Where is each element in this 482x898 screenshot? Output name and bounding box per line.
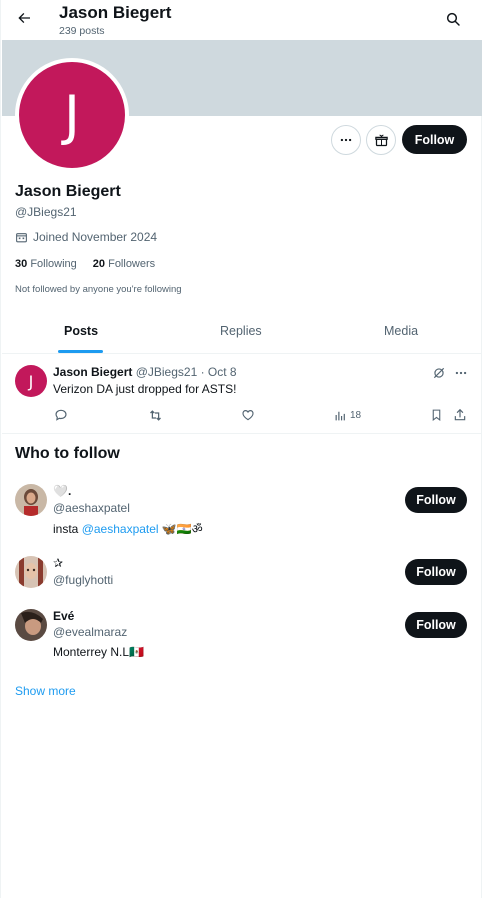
views-stat[interactable]: 18 — [334, 406, 361, 424]
post-item[interactable]: J Jason Biegert @JBiegs21 · Oct 8 Verizo… — [2, 355, 482, 434]
page-title: Jason Biegert — [59, 3, 172, 22]
suggested-user[interactable]: 🤍. @aeshaxpatel insta @aeshaxpatel 🦋🇮🇳ॐ … — [2, 480, 482, 540]
profile-tabs: Posts Replies Media — [2, 310, 482, 354]
post-meta: @JBiegs21 · Oct 8 — [135, 365, 237, 379]
avatar-letter: J — [64, 83, 80, 147]
user-bio: insta @aeshaxpatel 🦋🇮🇳ॐ — [53, 522, 203, 536]
post-header: Jason Biegert @JBiegs21 · Oct 8 — [53, 365, 237, 379]
follow-user-button[interactable]: Follow — [405, 487, 467, 513]
share-icon[interactable] — [451, 406, 469, 424]
user-avatar[interactable] — [15, 609, 47, 641]
like-icon[interactable] — [239, 406, 257, 424]
user-name[interactable]: Evé — [53, 609, 74, 623]
reply-icon[interactable] — [52, 406, 70, 424]
back-arrow-icon[interactable] — [11, 5, 37, 31]
bio-link[interactable]: @aeshaxpatel — [82, 522, 159, 536]
app-frame: Jason Biegert 239 posts J Follow Jason B… — [0, 0, 482, 898]
not-followed-note: Not followed by anyone you're following — [15, 284, 182, 295]
follow-counts: 30 Following 20 Followers — [15, 258, 155, 270]
following-link[interactable]: 30 Following — [15, 258, 77, 270]
tab-media[interactable]: Media — [384, 324, 418, 338]
analytics-icon — [335, 411, 345, 420]
suggested-user[interactable]: Evé @evealmaraz Monterrey N.L🇲🇽 Follow — [2, 606, 482, 666]
post-count: 239 posts — [59, 25, 105, 37]
user-bio: Monterrey N.L🇲🇽 — [53, 645, 144, 659]
followers-link[interactable]: 20 Followers — [93, 258, 155, 270]
user-handle: @aeshaxpatel — [53, 501, 130, 515]
user-handle: @evealmaraz — [53, 625, 128, 639]
user-avatar[interactable] — [15, 484, 47, 516]
tab-replies[interactable]: Replies — [220, 324, 262, 338]
views-count: 18 — [350, 409, 362, 421]
follow-user-button[interactable]: Follow — [405, 612, 467, 638]
profile-avatar[interactable]: J — [15, 58, 129, 172]
bookmark-icon[interactable] — [427, 406, 445, 424]
tab-posts[interactable]: Posts — [64, 324, 98, 338]
user-handle: @fuglyhotti — [53, 573, 114, 587]
search-icon[interactable] — [441, 7, 465, 31]
joined-date: Joined November 2024 — [15, 230, 157, 244]
user-avatar[interactable] — [15, 556, 47, 588]
joined-text: Joined November 2024 — [33, 230, 158, 244]
post-text: Verizon DA just dropped for ASTS! — [53, 382, 237, 396]
subscribe-button[interactable] — [366, 125, 396, 155]
gift-icon — [374, 134, 388, 146]
profile-name: Jason Biegert — [15, 183, 121, 200]
profile-handle: @JBiegs21 — [15, 205, 77, 219]
post-author[interactable]: Jason Biegert — [53, 365, 132, 379]
post-more-icon[interactable] — [452, 364, 470, 382]
calendar-icon — [16, 232, 27, 242]
repost-icon[interactable] — [146, 406, 164, 424]
follow-user-button[interactable]: Follow — [405, 559, 467, 585]
user-name[interactable]: ✰ — [53, 556, 63, 570]
more-dots-icon — [340, 138, 352, 142]
post-avatar[interactable]: J — [15, 365, 47, 397]
top-bar: Jason Biegert 239 posts — [1, 0, 482, 40]
suggested-user[interactable]: ✰ @fuglyhotti Follow — [2, 553, 482, 593]
active-tab-indicator — [58, 350, 103, 353]
grok-icon[interactable] — [430, 364, 448, 382]
more-options-button[interactable] — [331, 125, 361, 155]
who-to-follow-title: Who to follow — [15, 445, 120, 462]
show-more-link[interactable]: Show more — [15, 684, 76, 698]
follow-button[interactable]: Follow — [402, 125, 467, 154]
user-name[interactable]: 🤍. — [53, 484, 71, 498]
